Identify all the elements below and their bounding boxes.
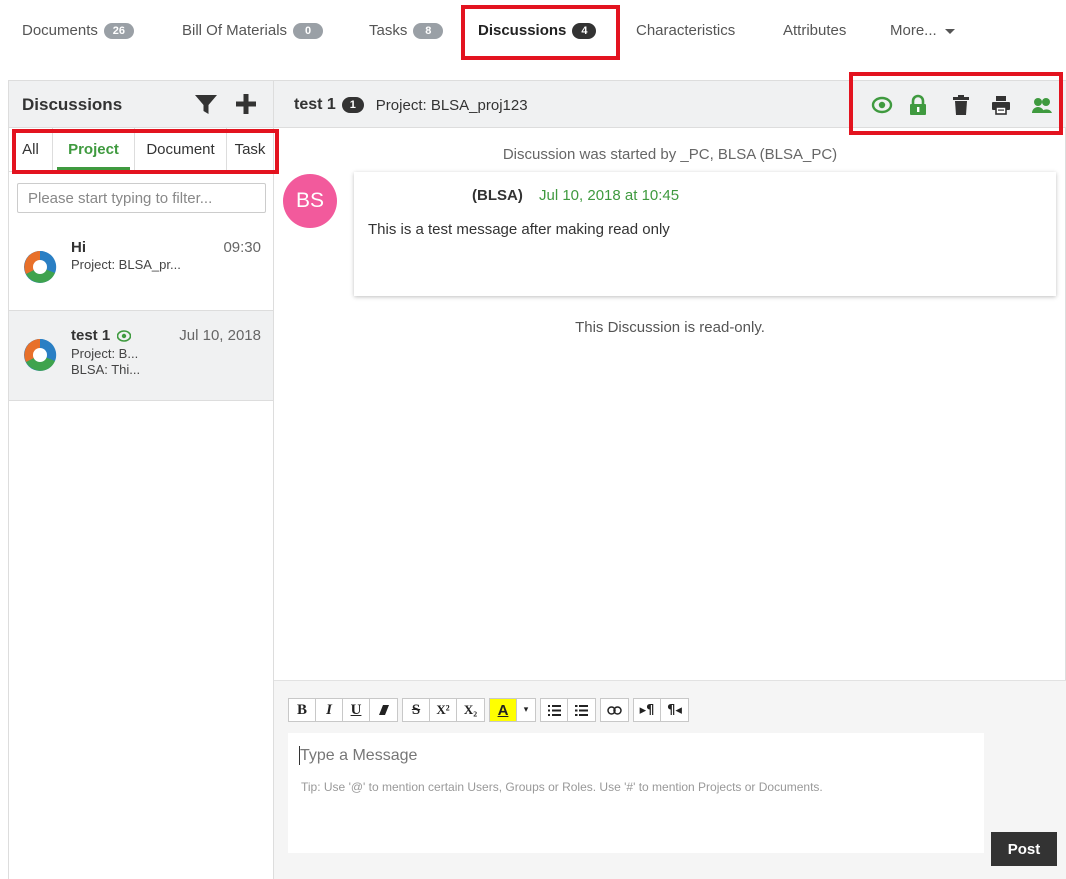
message-input[interactable]: Type a Message Tip: Use '@' to mention c… [288, 733, 984, 853]
tab-attributes[interactable]: Attributes [783, 22, 846, 39]
tab-label: Tasks [369, 22, 408, 39]
filter-tab-document[interactable]: Document [135, 128, 227, 172]
discussions-sidebar: Discussions All Project Document Task Hi… [8, 80, 279, 879]
post-button[interactable]: Post [991, 832, 1057, 866]
message-placeholder: Type a Message [300, 747, 418, 764]
tab-tasks[interactable]: Tasks 8 [369, 22, 444, 39]
numbered-list-button[interactable] [568, 699, 595, 721]
toolbar-group-link [600, 698, 629, 722]
app-logo-icon [24, 338, 57, 371]
item-time: 09:30 [223, 239, 261, 256]
read-only-notice: This Discussion is read-only. [575, 319, 765, 336]
discussion-title: test 1 [294, 96, 336, 113]
filter-tab-task[interactable]: Task [227, 128, 273, 172]
filter-icon[interactable] [195, 95, 217, 115]
ltr-icon: ▸¶ [639, 702, 655, 718]
toolbar-group-color: A ▾ [489, 698, 536, 722]
discussion-header: test 1 1 Project: BLSA_proj123 [274, 80, 1066, 128]
bold-button[interactable]: B [289, 699, 316, 721]
tab-label: Bill Of Materials [182, 22, 288, 39]
highlight-color-button[interactable]: A [490, 699, 517, 721]
filter-tab-project[interactable]: Project [53, 128, 135, 172]
app-logo-icon [24, 250, 57, 283]
filter-input[interactable] [17, 183, 266, 213]
eraser-icon [378, 705, 389, 715]
eye-icon[interactable] [871, 94, 893, 116]
tab-documents[interactable]: Documents 26 [22, 22, 134, 39]
filter-tabs: All Project Document Task [9, 128, 273, 172]
tab-label: More... [890, 22, 937, 39]
count-badge: 26 [103, 22, 134, 39]
underline-button[interactable]: U [343, 699, 370, 721]
toolbar-group-lists [540, 698, 596, 722]
item-title: Hi [71, 239, 86, 256]
text-direction-rtl-button[interactable]: ¶◂ [661, 699, 688, 721]
clear-format-button[interactable] [370, 699, 397, 721]
superscript-button[interactable]: X² [430, 699, 457, 721]
link-icon [607, 705, 622, 715]
message-body: This is a test message after making read… [368, 221, 670, 238]
toolbar-group-direction: ▸¶ ¶◂ [633, 698, 689, 722]
item-title: test 1 [71, 327, 111, 344]
toolbar-group-format: B I U [288, 698, 398, 722]
tab-characteristics[interactable]: Characteristics [636, 22, 735, 39]
toolbar-group-script: S X² X₂ [402, 698, 485, 722]
numbered-list-icon [575, 704, 588, 716]
editor-toolbar: B I U S X² X₂ A ▾ ▸¶ ¶◂ [288, 698, 689, 722]
print-icon[interactable] [990, 94, 1012, 116]
watched-eye-icon [117, 330, 132, 342]
message-composer: B I U S X² X₂ A ▾ ▸¶ ¶◂ Type a Message T… [274, 680, 1066, 879]
tab-discussions[interactable]: Discussions 4 [478, 22, 597, 39]
tab-bill-of-materials[interactable]: Bill Of Materials 0 [182, 22, 324, 39]
italic-button[interactable]: I [316, 699, 343, 721]
discussion-list-item[interactable]: test 1 Jul 10, 2018 Project: B... BLSA: … [9, 311, 273, 401]
discussion-title-row: test 1 1 Project: BLSA_proj123 [294, 96, 528, 114]
color-dropdown-button[interactable]: ▾ [517, 699, 535, 721]
tab-label: Characteristics [636, 22, 736, 39]
add-discussion-icon[interactable] [235, 93, 257, 115]
tab-more[interactable]: More... [890, 22, 955, 39]
trash-icon[interactable] [950, 94, 972, 116]
tab-label: Documents [22, 22, 98, 39]
bullet-list-button[interactable] [541, 699, 568, 721]
discussion-project: Project: BLSA_proj123 [375, 96, 528, 114]
strikethrough-button[interactable]: S [403, 699, 430, 721]
item-last-message: BLSA: Thi... [71, 362, 141, 377]
chevron-down-icon [944, 29, 955, 34]
item-project: Project: BLSA_pr... [71, 257, 181, 272]
count-badge: 4 [572, 22, 597, 39]
sidebar-header: Discussions [9, 80, 273, 128]
item-title-row: test 1 [71, 327, 132, 344]
message-author: (BLSA) [472, 187, 523, 204]
text-direction-ltr-button[interactable]: ▸¶ [634, 699, 661, 721]
filter-tab-all[interactable]: All [9, 128, 53, 172]
tab-label: Attributes [783, 22, 847, 39]
participants-icon[interactable] [1031, 94, 1053, 116]
count-badge: 8 [413, 22, 444, 39]
item-project: Project: B... [71, 346, 139, 361]
count-badge: 0 [293, 22, 324, 39]
item-time: Jul 10, 2018 [179, 327, 261, 344]
rtl-icon: ¶◂ [667, 702, 682, 718]
mention-tip: Tip: Use '@' to mention certain Users, G… [301, 780, 823, 794]
bullet-list-icon [547, 704, 561, 716]
message-date: Jul 10, 2018 at 10:45 [539, 187, 680, 204]
message-count-badge: 1 [341, 97, 364, 113]
discussion-list-item[interactable]: Hi 09:30 Project: BLSA_pr... [9, 221, 273, 311]
discussion-started-text: Discussion was started by _PC, BLSA (BLS… [502, 146, 838, 163]
discussion-panel: test 1 1 Project: BLSA_proj123 Discussio… [274, 80, 1066, 879]
avatar: BS [283, 174, 337, 228]
sidebar-title: Discussions [22, 95, 123, 114]
subscript-button[interactable]: X₂ [457, 699, 484, 721]
lock-icon[interactable] [907, 94, 929, 116]
message-card: (BLSA) Jul 10, 2018 at 10:45 This is a t… [354, 172, 1056, 296]
link-button[interactable] [601, 699, 628, 721]
tab-bar: Documents 26 Bill Of Materials 0 Tasks 8… [0, 0, 1066, 62]
tab-label: Discussions [478, 22, 567, 39]
